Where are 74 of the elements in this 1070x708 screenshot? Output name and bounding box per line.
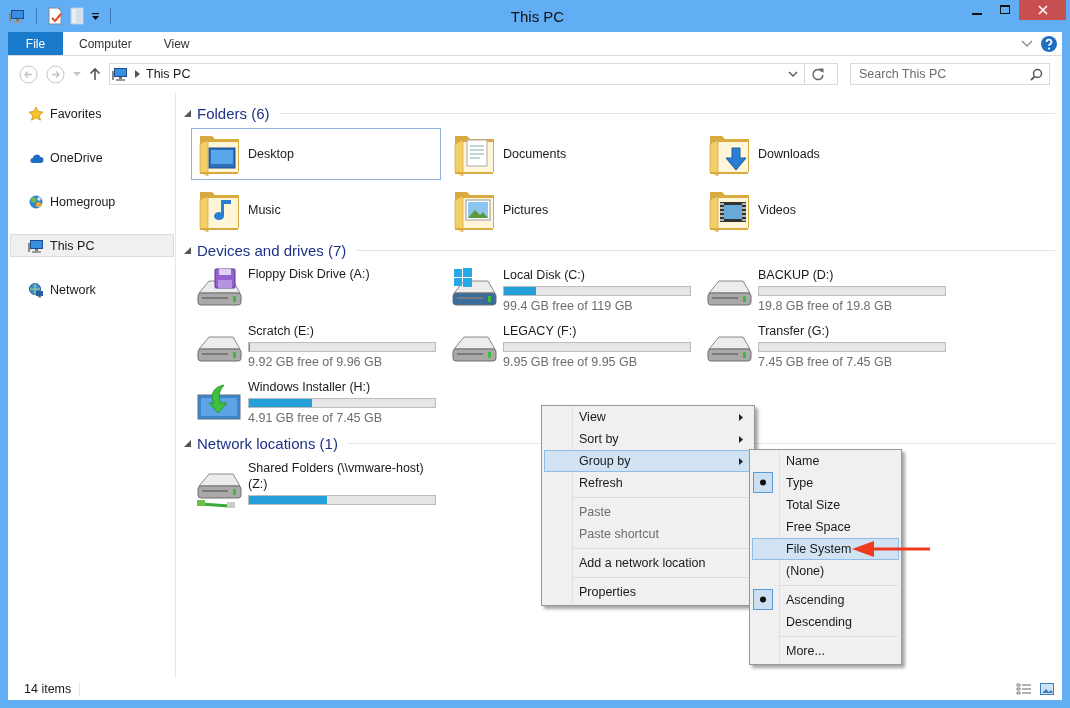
drive-name[interactable]: Scratch (E:): [248, 323, 436, 339]
expand-triangle-icon[interactable]: [184, 109, 191, 117]
drive-name[interactable]: LEGACY (F:): [503, 323, 691, 339]
sidebar-item[interactable]: This PC: [10, 234, 174, 257]
folder-item[interactable]: Documents: [446, 128, 696, 180]
address-field[interactable]: This PC: [109, 63, 838, 85]
up-arrow-icon[interactable]: [89, 67, 101, 81]
ribbon-tab[interactable]: Computer: [63, 32, 148, 55]
free-space-text: 19.8 GB free of 19.8 GB: [758, 298, 894, 314]
drive-name[interactable]: Shared Folders (\\vmware-host) (Z:): [248, 460, 436, 492]
drive-name[interactable]: Floppy Disk Drive (A:): [248, 265, 436, 282]
ribbon-tab[interactable]: View: [147, 32, 206, 55]
computer-icon: [9, 8, 26, 24]
dropdown-caret-icon[interactable]: [788, 70, 798, 78]
menu-item[interactable]: Add a network location: [544, 552, 752, 574]
menu-item[interactable]: Refresh: [544, 472, 752, 494]
orb-icon: [28, 193, 44, 210]
group-header[interactable]: Devices and drives (7): [197, 241, 347, 259]
folder-item[interactable]: Videos: [701, 184, 951, 236]
menu-item[interactable]: Name: [752, 450, 899, 472]
free-space-text: 9.95 GB free of 9.95 GB: [503, 354, 639, 370]
menu-item[interactable]: Group by: [544, 450, 752, 472]
menu-item[interactable]: (None): [752, 560, 899, 582]
free-space-text: 7.45 GB free of 7.45 GB: [758, 354, 894, 370]
folder-item[interactable]: Downloads: [701, 128, 951, 180]
search-field[interactable]: Search This PC: [850, 63, 1050, 85]
breadcrumb-item[interactable]: This PC: [146, 67, 191, 81]
item-count: 14 items: [24, 682, 72, 696]
computer-icon: [28, 237, 44, 254]
menu-item[interactable]: Free Space: [752, 516, 899, 538]
group-header[interactable]: Network locations (1): [197, 434, 338, 452]
computer-icon: [112, 66, 129, 82]
menu-item[interactable]: Sort by: [544, 428, 752, 450]
details-view-icon[interactable]: [1016, 682, 1032, 696]
chevron-right-icon: [135, 70, 140, 78]
drive-name[interactable]: Windows Installer (H:): [248, 379, 436, 395]
group-header[interactable]: Folders (6): [197, 104, 270, 122]
menu-item[interactable]: Type: [752, 472, 899, 494]
menu-item[interactable]: Ascending: [752, 589, 899, 611]
network-icon: [28, 281, 44, 298]
menu-item[interactable]: Properties: [544, 581, 752, 603]
close-icon: [1037, 5, 1048, 15]
menu-item[interactable]: Descending: [752, 611, 899, 633]
menu-item[interactable]: View: [544, 406, 752, 428]
refresh-icon[interactable]: [811, 67, 825, 81]
free-space-text: 9.92 GB free of 9.96 GB: [248, 354, 384, 370]
expand-triangle-icon[interactable]: [184, 439, 191, 447]
sidebar-item[interactable]: Favorites: [10, 102, 174, 125]
help-icon[interactable]: [1041, 35, 1057, 52]
menu-item[interactable]: More...: [752, 640, 899, 662]
sidebar-item[interactable]: Homegroup: [10, 190, 174, 213]
folder-item[interactable]: Pictures: [446, 184, 696, 236]
sidebar-item[interactable]: OneDrive: [10, 146, 174, 169]
folder-item[interactable]: Music: [191, 184, 441, 236]
drive-name[interactable]: Local Disk (C:): [503, 267, 691, 283]
free-space-text: 99.4 GB free of 119 GB: [503, 298, 634, 314]
file-menu-button[interactable]: File: [8, 32, 63, 55]
drive-name[interactable]: Transfer (G:): [758, 323, 946, 339]
window-title: This PC: [509, 7, 566, 25]
large-icons-view-icon[interactable]: [1040, 682, 1054, 696]
folder-item[interactable]: Desktop: [191, 128, 441, 180]
star-icon: [28, 105, 44, 122]
minimize-icon: [972, 13, 982, 15]
drive-name[interactable]: BACKUP (D:): [758, 267, 946, 283]
expand-triangle-icon[interactable]: [184, 246, 191, 254]
free-space-text: 4.91 GB free of 7.45 GB: [248, 410, 384, 426]
search-icon[interactable]: [1030, 68, 1043, 81]
document-check-icon[interactable]: [47, 7, 63, 25]
sidebar-item[interactable]: Network: [10, 278, 174, 301]
caret-icon[interactable]: [91, 11, 100, 21]
chevron-down-icon[interactable]: [1021, 39, 1033, 48]
maximize-icon: [1000, 5, 1010, 15]
menu-item[interactable]: File System: [752, 538, 899, 560]
menu-item[interactable]: Total Size: [752, 494, 899, 516]
